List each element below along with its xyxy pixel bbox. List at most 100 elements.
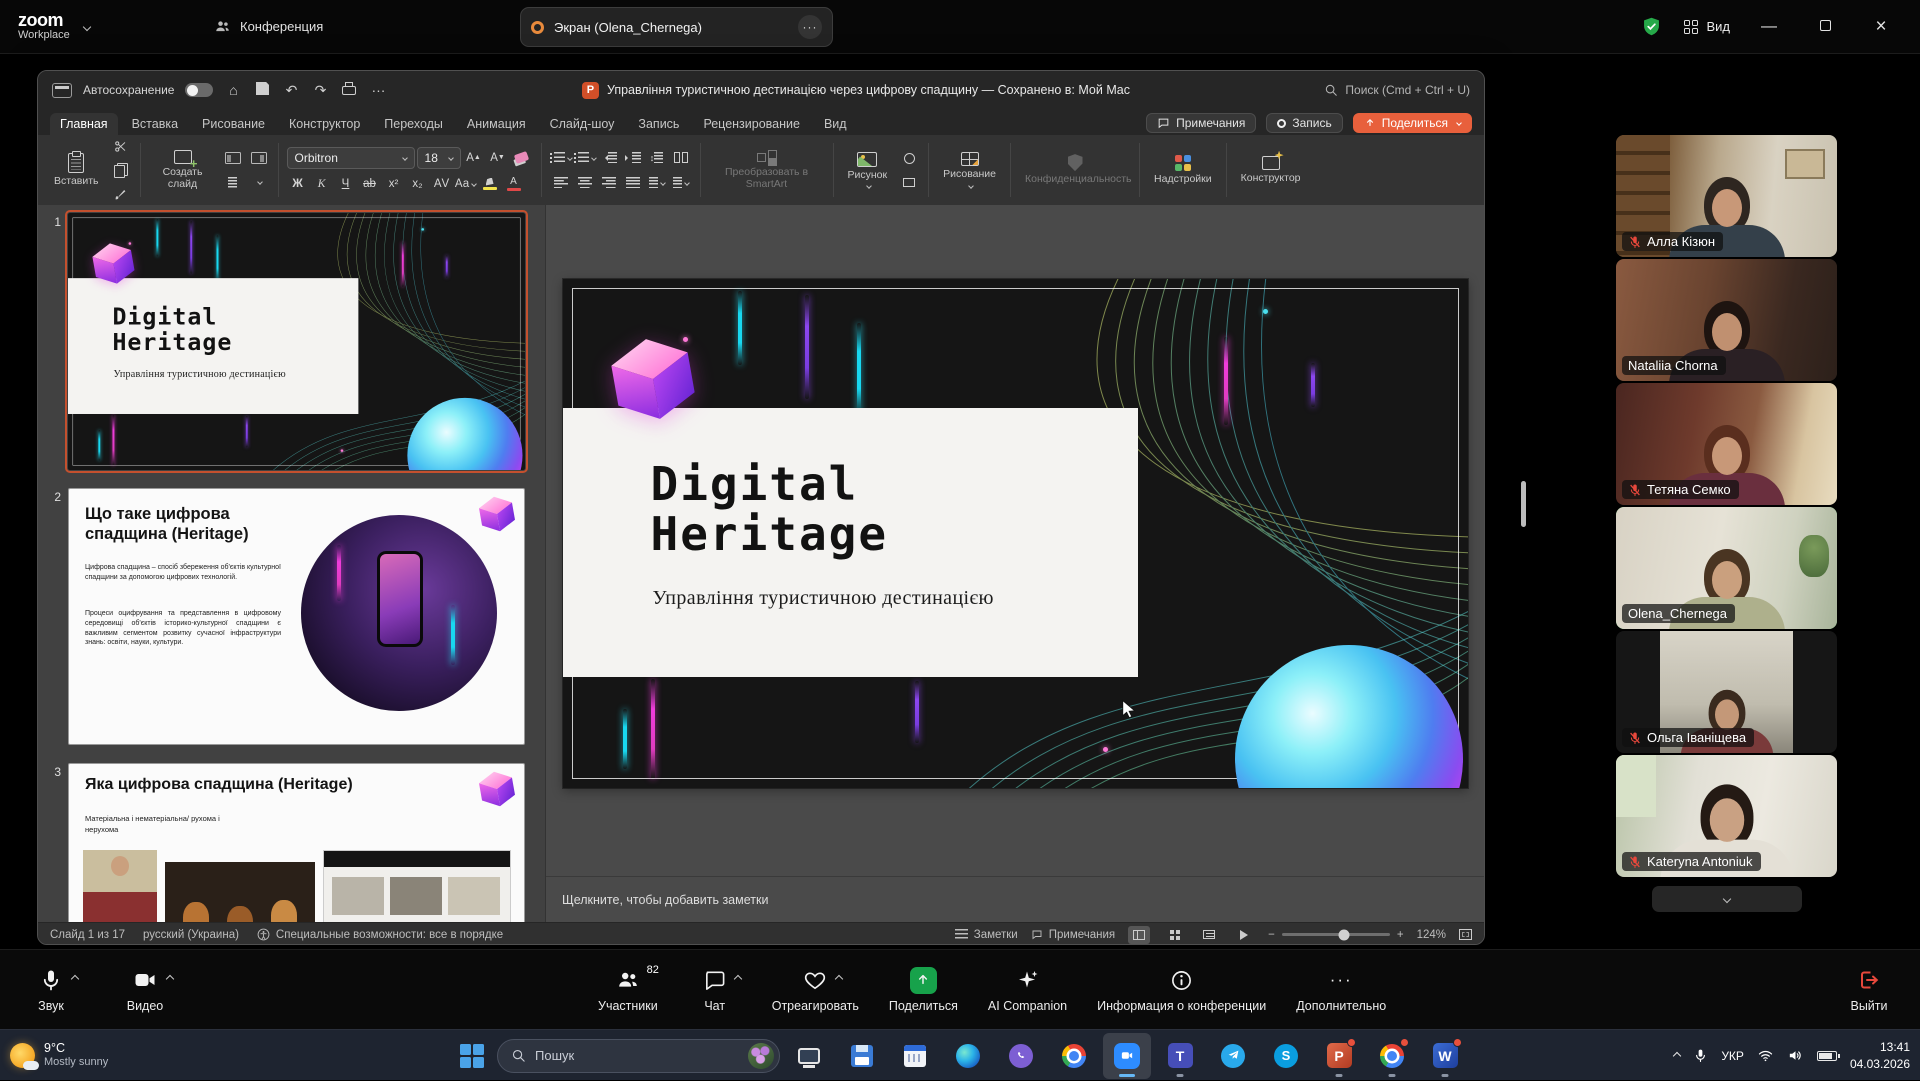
chrome-app-button[interactable] xyxy=(1050,1033,1098,1079)
save-icon[interactable] xyxy=(253,82,271,98)
italic-button[interactable]: К xyxy=(311,174,333,194)
section-button[interactable] xyxy=(222,172,244,192)
comments-toggle-button[interactable]: Примечания xyxy=(1031,929,1115,941)
start-button[interactable] xyxy=(452,1034,492,1078)
zoom-in-button[interactable]: + xyxy=(1397,929,1404,941)
participants-scroll-down-button[interactable] xyxy=(1652,886,1802,912)
quick-access-more-icon[interactable]: ··· xyxy=(369,82,387,98)
slide-title-card[interactable]: Digital Heritage Управління туристичною … xyxy=(563,408,1138,677)
participant-tile-6[interactable]: Kateryna Antoniuk xyxy=(1616,755,1837,877)
participant-tile-1[interactable]: Алла Кізюн xyxy=(1616,135,1837,257)
fit-slide-button[interactable] xyxy=(1459,929,1472,940)
taskbar-search-input[interactable]: Пошук xyxy=(497,1039,780,1073)
normal-view-button[interactable] xyxy=(1128,926,1150,944)
draw-table-button[interactable]: Рисование xyxy=(937,151,1002,189)
share-screen-button[interactable]: Поделиться xyxy=(889,967,958,1013)
react-options-chevron[interactable] xyxy=(835,975,843,983)
save-app-button[interactable] xyxy=(838,1033,886,1079)
zoom-slider-thumb[interactable] xyxy=(1339,929,1350,940)
align-left-button[interactable] xyxy=(550,173,572,193)
columns-button[interactable] xyxy=(670,148,692,168)
shapes-button[interactable] xyxy=(898,148,920,168)
character-spacing-button[interactable]: АV xyxy=(431,174,453,194)
participant-tile-3[interactable]: Тетяна Семко xyxy=(1616,383,1837,505)
justify-button[interactable] xyxy=(622,173,644,193)
smartart-button[interactable]: Преобразовать в SmartArt xyxy=(709,149,825,192)
line-spacing-button[interactable]: ↕ xyxy=(646,148,668,168)
tray-mic-icon[interactable] xyxy=(1693,1048,1708,1063)
bullet-list-button[interactable] xyxy=(550,148,572,168)
tab-animatsiya[interactable]: Анимация xyxy=(457,113,536,135)
strikethrough-button[interactable]: ab xyxy=(359,174,381,194)
slide-sorter-view-button[interactable] xyxy=(1163,926,1185,944)
accessibility-status[interactable]: Специальные возможности: все в порядке xyxy=(257,928,503,941)
language-button[interactable]: русский (Украина) xyxy=(143,929,239,941)
zoom-out-button[interactable]: − xyxy=(1268,929,1275,941)
comments-button[interactable]: Примечания xyxy=(1146,113,1256,133)
record-button[interactable]: Запись xyxy=(1266,113,1342,133)
clear-formatting-button[interactable] xyxy=(511,148,533,168)
align-center-button[interactable] xyxy=(574,173,596,193)
ppt-share-button[interactable]: Поделиться xyxy=(1353,113,1472,133)
zoom-app-button[interactable] xyxy=(1103,1033,1151,1079)
wifi-icon[interactable] xyxy=(1757,1047,1774,1064)
decrease-indent-button[interactable] xyxy=(598,148,620,168)
skype-app-button[interactable]: S xyxy=(1262,1033,1310,1079)
chat-options-chevron[interactable] xyxy=(734,975,742,983)
redo-icon[interactable]: ↷ xyxy=(311,82,329,99)
minimize-button[interactable]: — xyxy=(1752,18,1786,36)
slide-thumbnail-3[interactable]: Яка цифрова спадщина (Heritage) Матеріал… xyxy=(68,763,525,922)
numbered-list-button[interactable] xyxy=(574,148,596,168)
tab-zapis[interactable]: Запись xyxy=(628,113,689,135)
react-button[interactable]: Отреагировать xyxy=(772,967,859,1013)
main-slide[interactable]: Digital Heritage Управління туристичною … xyxy=(563,279,1468,788)
print-icon[interactable] xyxy=(340,82,358,98)
ppt-search-field[interactable]: Поиск (Cmd + Ctrl + U) xyxy=(1324,83,1470,97)
change-case-button[interactable]: Аа xyxy=(455,174,477,194)
font-size-select[interactable]: 18 xyxy=(417,147,461,169)
reset-button[interactable] xyxy=(248,148,270,168)
video-button[interactable]: Видео xyxy=(118,967,172,1013)
notes-pane[interactable]: Щелкните, чтобы добавить заметки xyxy=(546,876,1484,922)
slide-options-button[interactable] xyxy=(248,172,270,192)
align-right-button[interactable] xyxy=(598,173,620,193)
text-direction-button[interactable] xyxy=(646,173,668,193)
highlight-color-button[interactable] xyxy=(479,174,501,194)
sensitivity-button[interactable]: Конфиденциальность xyxy=(1019,153,1131,187)
subscript-button[interactable]: x₂ xyxy=(407,174,429,194)
format-painter-button[interactable] xyxy=(110,184,132,204)
volume-icon[interactable] xyxy=(1787,1047,1804,1064)
tab-options-button[interactable]: ··· xyxy=(798,15,822,39)
slide-thumbnail-1[interactable]: Digital Heritage Управління туристичною … xyxy=(68,213,525,470)
tab-vid[interactable]: Вид xyxy=(814,113,857,135)
chat-button[interactable]: Чат xyxy=(688,967,742,1013)
tab-retsenzirovanie[interactable]: Рецензирование xyxy=(693,113,810,135)
battery-icon[interactable] xyxy=(1817,1051,1837,1061)
autosave-toggle[interactable] xyxy=(185,83,213,97)
view-button[interactable]: Вид xyxy=(1684,19,1730,34)
tab-konstruktor[interactable]: Конструктор xyxy=(279,113,370,135)
audio-options-chevron[interactable] xyxy=(71,974,79,982)
addins-button[interactable]: Надстройки xyxy=(1148,154,1218,187)
tab-glavnaya[interactable]: Главная xyxy=(50,113,118,135)
home-icon[interactable]: ⌂ xyxy=(224,82,242,98)
increase-indent-button[interactable] xyxy=(622,148,644,168)
calendar-app-button[interactable] xyxy=(891,1033,939,1079)
powerpoint-app-button[interactable]: P xyxy=(1315,1033,1363,1079)
slide-thumbnail-2[interactable]: Що таке цифрова спадщина (Heritage) Цифр… xyxy=(68,488,525,745)
font-name-select[interactable]: Orbitron xyxy=(287,147,415,169)
meeting-info-button[interactable]: Информация о конференции xyxy=(1097,967,1266,1013)
participant-tile-2[interactable]: Nataliia Chorna xyxy=(1616,259,1837,381)
chevron-down-icon[interactable] xyxy=(83,22,91,30)
video-options-chevron[interactable] xyxy=(166,974,174,982)
paste-button[interactable]: Вставить xyxy=(48,152,105,189)
tray-expand-chevron[interactable] xyxy=(1673,1051,1681,1059)
audio-button[interactable]: Звук xyxy=(24,967,78,1013)
telegram-app-button[interactable] xyxy=(1209,1033,1257,1079)
tab-screen-share[interactable]: Экран (Olena_Chernega) ··· xyxy=(520,7,833,47)
word-app-button[interactable]: W xyxy=(1421,1033,1469,1079)
designer-button[interactable]: Конструктор xyxy=(1235,155,1307,186)
tab-perekhody[interactable]: Переходы xyxy=(374,113,453,135)
align-text-button[interactable] xyxy=(670,173,692,193)
superscript-button[interactable]: x² xyxy=(383,174,405,194)
